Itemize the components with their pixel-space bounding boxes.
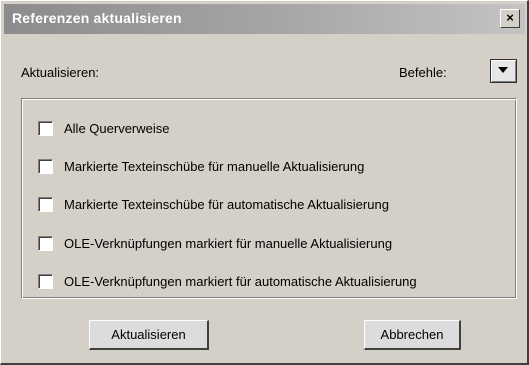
title-bar[interactable]: Referenzen aktualisieren ×	[4, 4, 525, 34]
option-label: Markierte Texteinschübe für manuelle Akt…	[64, 159, 365, 174]
dialog-window: Referenzen aktualisieren × Aktualisieren…	[0, 0, 529, 365]
befehle-label: Befehle:	[399, 65, 447, 80]
option-label: OLE-Verknüpfungen markiert für manuelle …	[64, 236, 393, 251]
option-label: Alle Querverweise	[64, 121, 170, 136]
checkbox[interactable]	[38, 159, 53, 174]
triangle-down-icon	[498, 67, 508, 73]
close-button[interactable]: ×	[500, 9, 520, 28]
window-title: Referenzen aktualisieren	[12, 10, 182, 26]
befehle-menu-button[interactable]	[490, 59, 517, 83]
checkbox[interactable]	[38, 236, 53, 251]
option-label: OLE-Verknüpfungen markiert für automatis…	[64, 274, 417, 289]
options-group: Alle Querverweise Markierte Texteinschüb…	[21, 98, 517, 299]
checkbox[interactable]	[38, 121, 53, 136]
abbrechen-button[interactable]: Abbrechen	[364, 320, 461, 350]
checkbox[interactable]	[38, 197, 53, 212]
aktualisieren-button[interactable]: Aktualisieren	[89, 320, 209, 350]
option-label: Markierte Texteinschübe für automatische…	[64, 197, 389, 212]
checkbox[interactable]	[38, 274, 53, 289]
aktualisieren-label: Aktualisieren:	[21, 65, 100, 80]
